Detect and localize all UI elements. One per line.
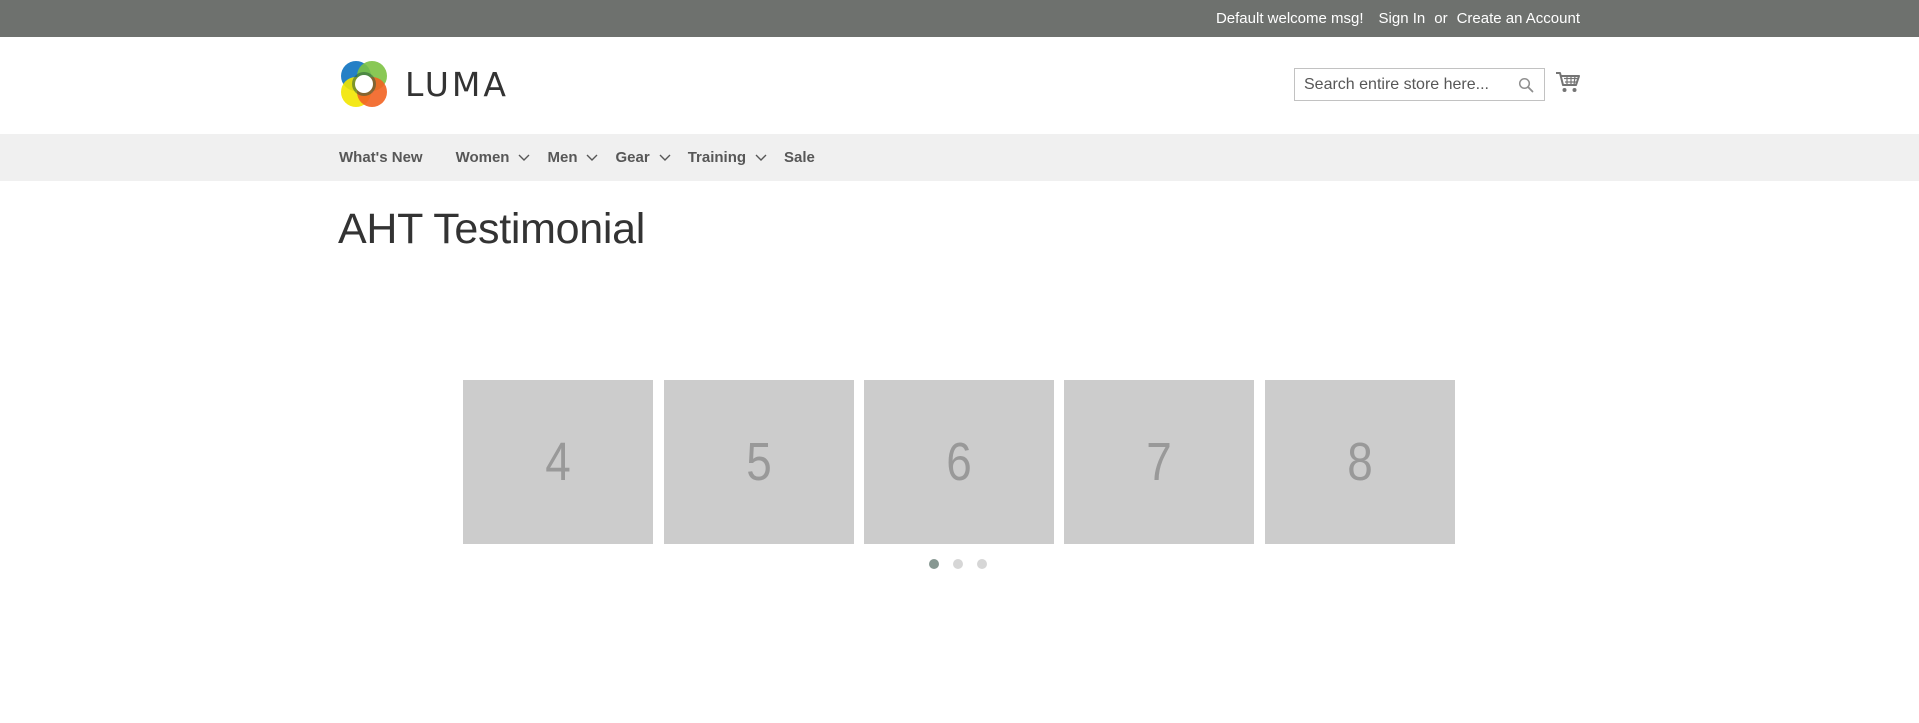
slide-number: 8	[1347, 432, 1373, 492]
sign-in-link[interactable]: Sign In	[1379, 10, 1426, 27]
search-box	[1294, 68, 1545, 101]
chevron-down-icon	[755, 154, 767, 161]
cart-icon[interactable]	[1555, 70, 1581, 94]
slide-item[interactable]: 6	[864, 380, 1054, 544]
slide-number: 7	[1146, 432, 1172, 492]
page-title: AHT Testimonial	[338, 205, 645, 253]
slide-number: 6	[946, 432, 972, 492]
chevron-down-icon	[518, 154, 530, 161]
nav-item-whats-new[interactable]: What's New	[339, 149, 423, 166]
slider-dot[interactable]	[929, 559, 939, 569]
testimonial-slider: 4 5 6 7 8	[463, 380, 1456, 544]
welcome-message: Default welcome msg!	[1215, 10, 1364, 27]
create-account-link[interactable]: Create an Account	[1457, 10, 1580, 27]
slide-number: 4	[545, 432, 571, 492]
slide-number: 5	[746, 432, 772, 492]
nav-item-men[interactable]: Men	[547, 149, 598, 166]
nav-item-gear[interactable]: Gear	[615, 149, 671, 166]
header-links: Default welcome msg! Sign In or Create a…	[1216, 0, 1580, 37]
nav-list: What's New Women Men Gear Training Sale	[339, 134, 848, 181]
search-input[interactable]	[1295, 69, 1505, 100]
slide-item[interactable]: 4	[463, 380, 653, 544]
logo-text: LUMA	[405, 64, 509, 104]
search-icon[interactable]	[1518, 77, 1534, 93]
slider-dot[interactable]	[953, 559, 963, 569]
header-panel: Default welcome msg! Sign In or Create a…	[0, 0, 1919, 37]
luma-logo-icon	[341, 61, 387, 107]
slide-item[interactable]: 5	[664, 380, 854, 544]
or-separator: or	[1434, 10, 1448, 27]
main-navigation: What's New Women Men Gear Training Sale	[0, 134, 1919, 181]
nav-item-sale[interactable]: Sale	[784, 149, 815, 166]
chevron-down-icon	[659, 154, 671, 161]
nav-item-label: Sale	[784, 149, 815, 166]
nav-item-label: What's New	[339, 149, 423, 166]
slider-pagination	[929, 558, 1001, 570]
nav-item-label: Women	[455, 149, 510, 166]
chevron-down-icon	[586, 154, 598, 161]
nav-item-training[interactable]: Training	[688, 149, 767, 166]
store-logo[interactable]: LUMA	[338, 58, 509, 110]
nav-item-label: Men	[547, 149, 578, 166]
nav-item-label: Gear	[615, 149, 650, 166]
slider-dot[interactable]	[977, 559, 987, 569]
slide-item[interactable]: 7	[1064, 380, 1254, 544]
slide-item[interactable]: 8	[1265, 380, 1455, 544]
nav-item-women[interactable]: Women	[456, 149, 531, 166]
nav-item-label: Training	[687, 149, 747, 166]
